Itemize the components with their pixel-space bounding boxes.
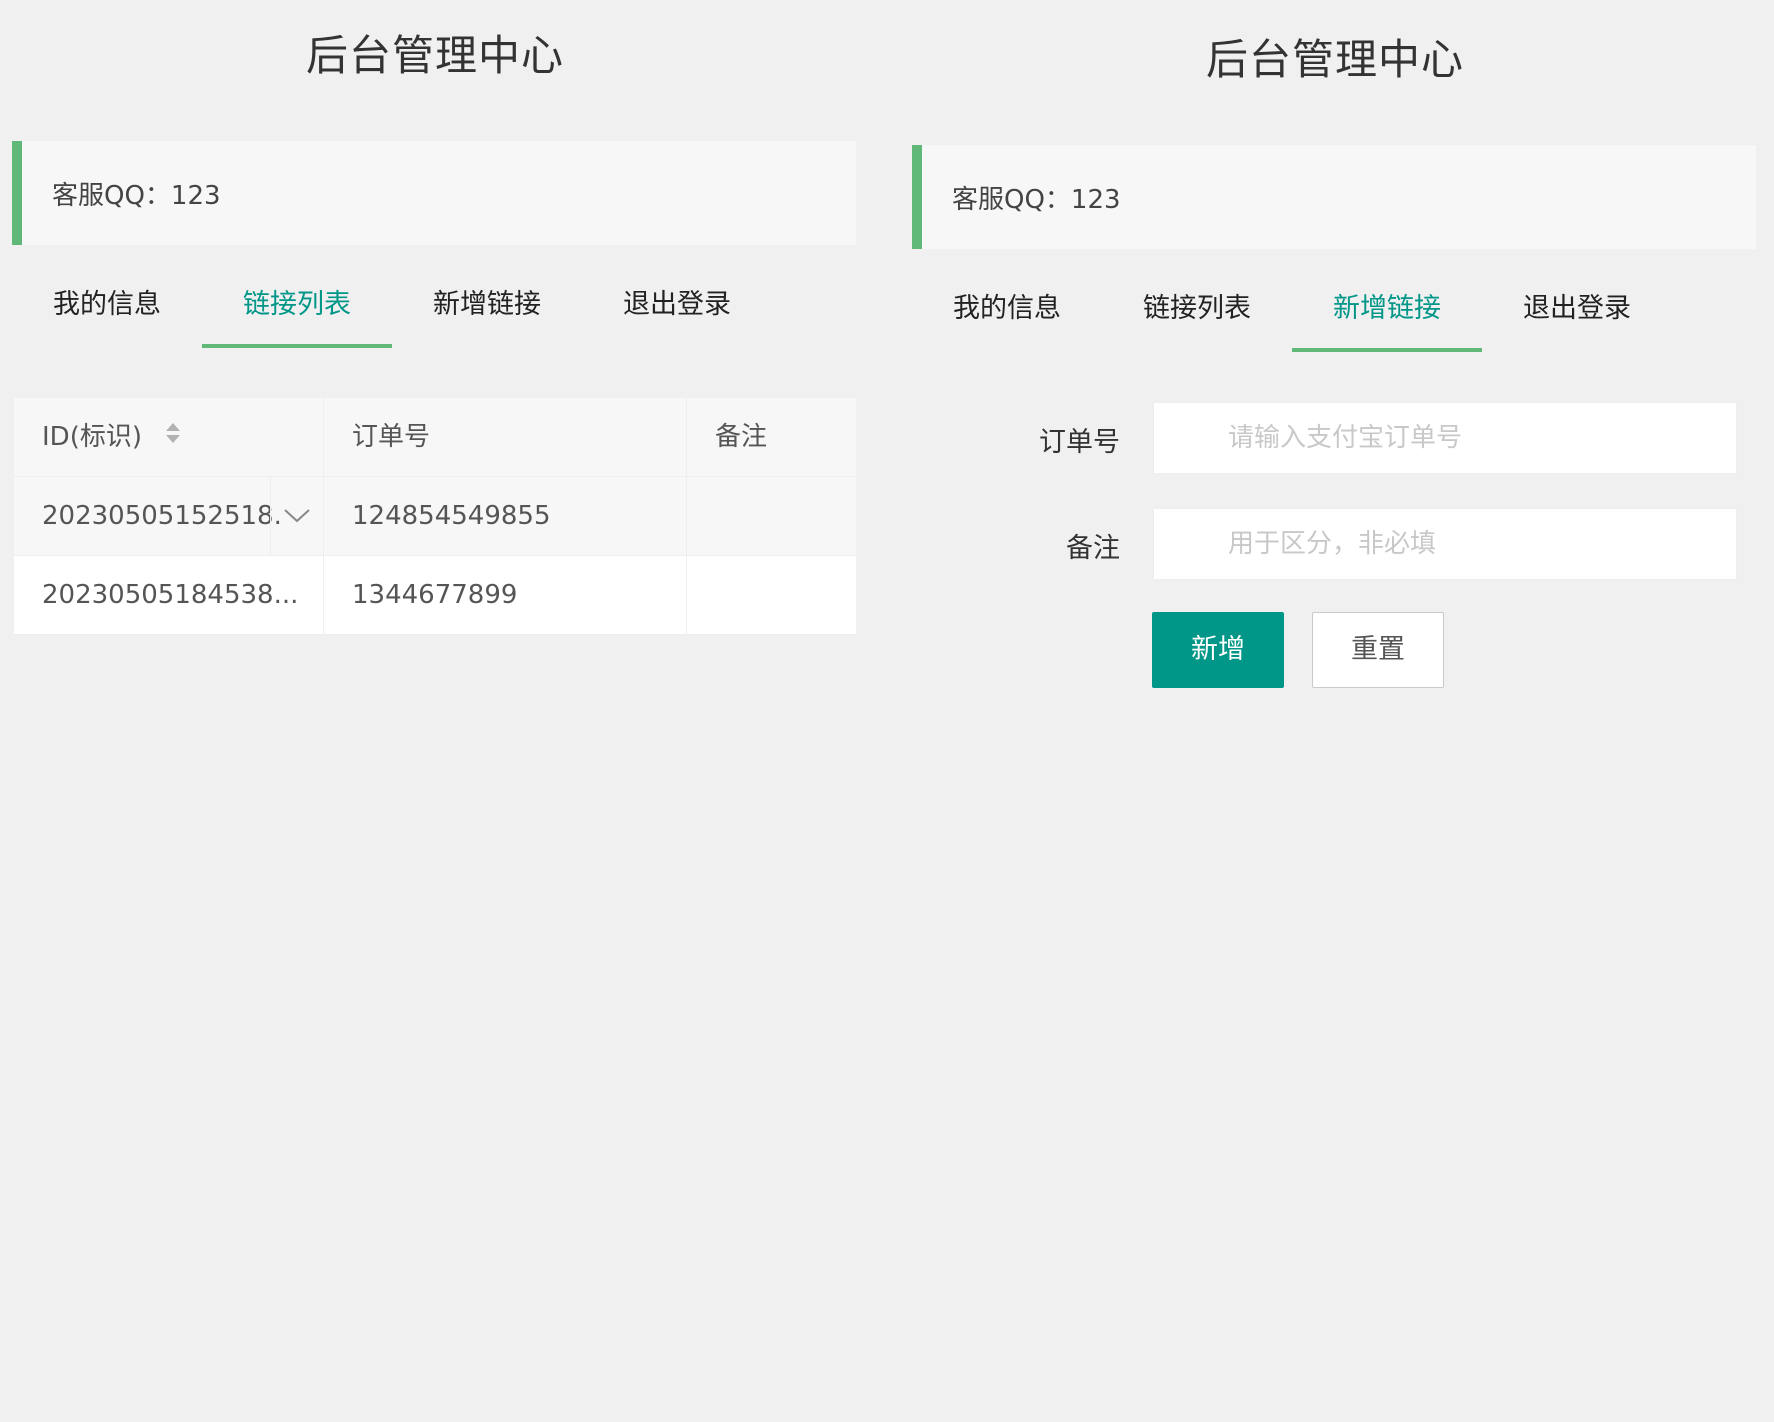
sort-icon[interactable] <box>164 399 182 477</box>
notice-text: 客服QQ：123 <box>952 185 1121 215</box>
order-number-label: 订单号 <box>1039 427 1120 458</box>
column-header-order: 订单号 <box>324 398 687 476</box>
cell-order: 1344677899 <box>324 556 687 634</box>
tab-logout[interactable]: 退出登录 <box>582 282 772 348</box>
tab-my-info[interactable]: 我的信息 <box>912 286 1102 352</box>
cell-order: 124854549855 <box>324 477 687 555</box>
cell-id-text: 20230505152518. <box>42 501 282 531</box>
cell-remark <box>687 477 856 555</box>
tab-link-list[interactable]: 链接列表 <box>1102 286 1292 352</box>
tab-add-link[interactable]: 新增链接 <box>1292 286 1482 352</box>
add-link-panel: 后台管理中心 客服QQ：123 我的信息 链接列表 新增链接 退出登录 订单号 … <box>900 0 1770 1422</box>
cell-remark <box>687 556 856 634</box>
panel-divider <box>870 0 900 1422</box>
add-button[interactable]: 新增 <box>1152 612 1284 688</box>
reset-button[interactable]: 重置 <box>1312 612 1444 688</box>
column-header-id-label: ID(标识) <box>42 422 142 452</box>
links-table: ID(标识) 订单号 备注 20230505152518. 1248545498… <box>14 398 856 635</box>
notice-box: 客服QQ：123 <box>912 145 1756 249</box>
cell-id: 20230505184538... <box>14 556 324 634</box>
tab-my-info[interactable]: 我的信息 <box>12 282 202 348</box>
tab-add-link[interactable]: 新增链接 <box>392 282 582 348</box>
table-row[interactable]: 20230505152518. 124854549855 <box>14 477 856 556</box>
tab-link-list[interactable]: 链接列表 <box>202 282 392 348</box>
expand-cell-button[interactable] <box>270 477 323 555</box>
table-row[interactable]: 20230505184538... 1344677899 <box>14 556 856 635</box>
link-list-panel: 后台管理中心 客服QQ：123 我的信息 链接列表 新增链接 退出登录 ID(标… <box>0 0 870 1422</box>
order-number-input[interactable] <box>1153 402 1737 474</box>
table-header-row: ID(标识) 订单号 备注 <box>14 398 856 477</box>
page-title: 后台管理中心 <box>305 31 564 80</box>
page-title: 后台管理中心 <box>1205 35 1464 84</box>
column-header-id[interactable]: ID(标识) <box>14 398 324 476</box>
chevron-down-icon <box>283 477 311 555</box>
column-header-remark: 备注 <box>715 422 768 452</box>
notice-box: 客服QQ：123 <box>12 141 856 245</box>
notice-text: 客服QQ：123 <box>52 181 221 211</box>
remark-label: 备注 <box>1066 533 1120 564</box>
remark-input[interactable] <box>1153 508 1737 580</box>
cell-id: 20230505152518. <box>14 477 324 555</box>
tab-logout[interactable]: 退出登录 <box>1482 286 1672 352</box>
